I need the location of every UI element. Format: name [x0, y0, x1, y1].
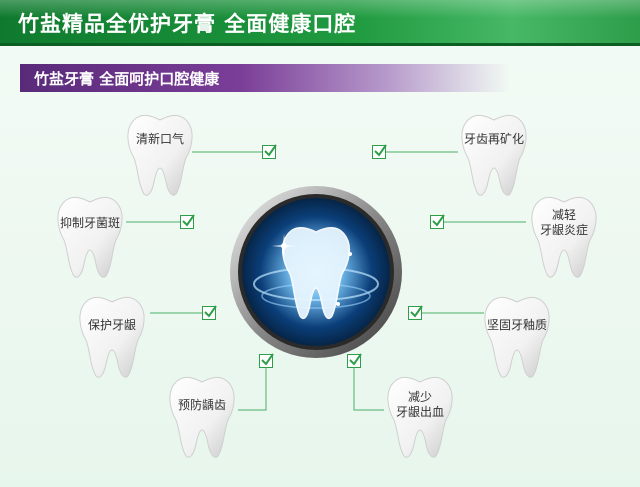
tooth-icon [169, 376, 235, 458]
center-medallion [228, 184, 404, 360]
checkbox-check-icon [430, 214, 445, 229]
feature-tooth-remineral: 牙齿再矿化 [456, 112, 532, 198]
checkbox-check-icon [262, 144, 277, 159]
checkbox-check-icon [180, 214, 195, 229]
checkbox-check-icon [408, 305, 423, 320]
connector-left-4 [238, 368, 267, 411]
feature-label-line1: 减轻 [551, 208, 576, 222]
feature-label: 抑制牙菌斑 [59, 216, 120, 230]
feature-label: 保护牙龈 [87, 318, 136, 332]
feature-label: 坚固牙釉质 [486, 318, 547, 332]
feature-tooth-gum-inflammation: 减轻 牙龈炎症 [526, 194, 602, 280]
feature-label: 预防龋齿 [177, 398, 226, 412]
feature-label: 牙齿再矿化 [463, 132, 524, 146]
feature-tooth-enamel: 坚固牙釉质 [474, 294, 550, 380]
glowing-tooth-icon [230, 186, 402, 358]
feature-tooth-plaque: 抑制牙菌斑 [52, 194, 128, 280]
infographic-canvas: 竹盐精品全优护牙膏 全面健康口腔 竹盐牙膏 全面呵护口腔健康 清新口气 抑制牙菌… [0, 0, 640, 487]
feature-label-line1: 减少 [407, 390, 432, 404]
feature-tooth-gums: 保护牙龈 [74, 294, 150, 380]
connector-right-4 [353, 368, 384, 411]
tooth-icon [484, 296, 550, 378]
feature-label: 清新口气 [135, 132, 184, 146]
checkbox-check-icon [372, 144, 387, 159]
checkbox-check-icon [202, 305, 217, 320]
tooth-icon [127, 114, 193, 196]
feature-tooth-bleeding: 减少 牙龈出血 [382, 374, 458, 460]
tooth-icon [57, 196, 123, 278]
tooth-icon [461, 114, 527, 196]
feature-tooth-fresh-breath: 清新口气 [122, 112, 198, 198]
feature-label-line2: 牙龈出血 [395, 405, 444, 419]
tooth-icon [79, 296, 145, 378]
feature-label-line2: 牙龈炎症 [539, 223, 588, 237]
feature-tooth-cavity: 预防龋齿 [164, 374, 240, 460]
